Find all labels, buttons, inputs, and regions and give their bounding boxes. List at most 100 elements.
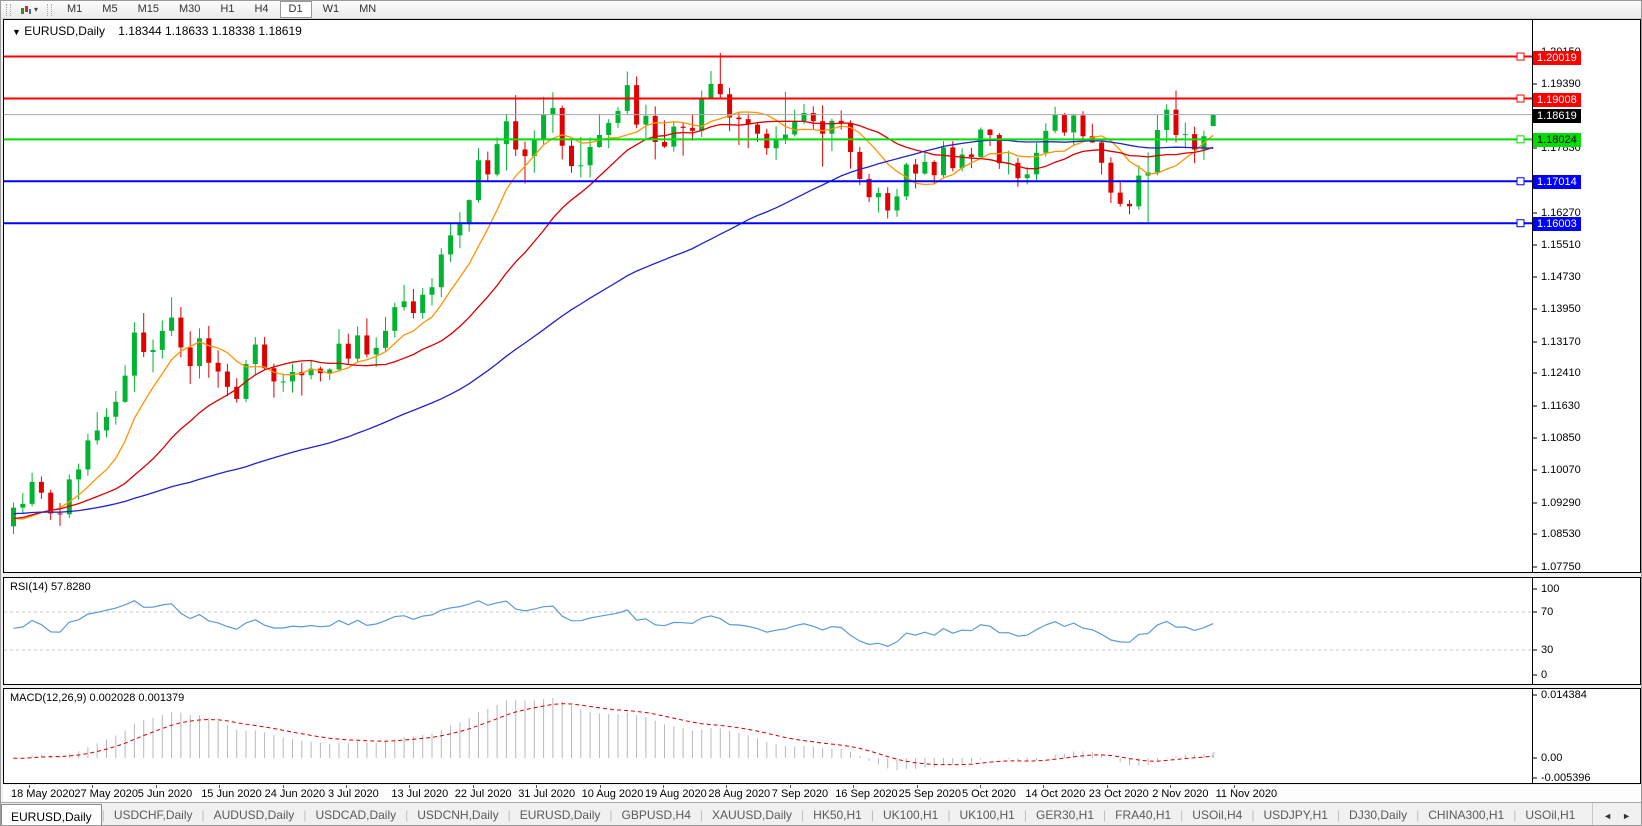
tab-scroll-left-icon[interactable]: ◄ <box>1603 811 1612 821</box>
time-axis-label: 13 Jul 2020 <box>391 788 448 800</box>
price-chart-pane[interactable]: ▼ EURUSD,Daily 1.18344 1.18633 1.18338 1… <box>3 19 1641 573</box>
candle-up <box>374 348 379 355</box>
candle-down <box>39 482 44 493</box>
candle-down <box>857 152 862 179</box>
chart-tab-usoil-h4[interactable]: USOil,H4 <box>1183 803 1251 826</box>
chart-tab-ger30-h1[interactable]: GER30,H1 <box>1027 803 1103 826</box>
candle-up <box>978 130 983 157</box>
level-handle[interactable] <box>1517 220 1524 227</box>
macd-axis-label: 0.00 <box>1541 752 1562 764</box>
rsi-line <box>14 601 1214 647</box>
chart-tab-fra40-h1[interactable]: FRA40,H1 <box>1106 803 1180 826</box>
timeframe-button-h4[interactable]: H4 <box>245 1 277 18</box>
candle-up <box>606 123 611 135</box>
candle-up <box>1164 110 1169 130</box>
macd-pane[interactable]: MACD(12,26,9) 0.002028 0.001379 0.014384… <box>3 688 1641 784</box>
chart-tab-audusd-daily[interactable]: AUDUSD,Daily <box>205 803 304 826</box>
candle-down <box>262 345 267 369</box>
price-axis-label: 1.12410 <box>1541 367 1581 379</box>
chart-tab-usdcnh-daily[interactable]: USDCNH,Daily <box>408 803 507 826</box>
chart-collapse-icon[interactable]: ▼ <box>12 27 21 37</box>
price-axis-label: 1.13950 <box>1541 303 1581 315</box>
price-level-badge: 1.19008 <box>1533 93 1581 107</box>
candle-down <box>1099 142 1104 162</box>
candle-down <box>178 318 183 348</box>
price-axis-label: 1.19390 <box>1541 78 1581 90</box>
chart-tab-hk50-h1[interactable]: HK50,H1 <box>804 803 871 826</box>
rsi-axis-label: 0 <box>1541 669 1547 681</box>
candle-down <box>736 118 741 120</box>
candle-up <box>495 144 500 174</box>
price-axis-label: 1.11630 <box>1541 400 1580 412</box>
timeframe-button-m15[interactable]: M15 <box>129 1 168 18</box>
candle-down <box>662 142 667 147</box>
candle-down <box>950 147 955 168</box>
candle-down <box>271 368 276 381</box>
chart-tab-eurusd-daily[interactable]: EURUSD,Daily <box>1 804 102 826</box>
rsi-axis-tick <box>1533 675 1537 676</box>
timeframe-button-d1[interactable]: D1 <box>280 1 312 18</box>
level-handle[interactable] <box>1517 136 1524 143</box>
chart-tab-uk100-h1[interactable]: UK100,H1 <box>874 803 947 826</box>
rsi-axis-label: 100 <box>1541 583 1559 595</box>
level-handle[interactable] <box>1517 95 1524 102</box>
macd-label: MACD(12,26,9) 0.002028 0.001379 <box>10 692 184 704</box>
tab-scroll-buttons: ◄► <box>1592 803 1641 826</box>
candle-up <box>1155 130 1160 172</box>
toolbar-grip[interactable] <box>47 4 52 16</box>
chart-tab-china300-h1[interactable]: CHINA300,H1 <box>1419 803 1513 826</box>
price-level-badge: 1.20019 <box>1533 51 1581 65</box>
price-axis-label: 1.10070 <box>1541 464 1581 476</box>
chart-tab-usdjpy-h1[interactable]: USDJPY,H1 <box>1254 803 1336 826</box>
price-level-badge: 1.18024 <box>1533 133 1581 147</box>
macd-axis-label: 0.014384 <box>1541 689 1587 701</box>
candle-down <box>764 134 769 149</box>
charts-toolbar-button[interactable]: ▾ <box>16 2 42 17</box>
rsi-pane[interactable]: RSI(14) 57.8280 10070300 <box>3 577 1641 685</box>
price-axis-tick <box>1533 148 1537 149</box>
chart-tab-gbpusd-h4[interactable]: GBPUSD,H4 <box>613 803 700 826</box>
chart-tab-xauusd-daily[interactable]: XAUUSD,Daily <box>703 803 801 826</box>
chart-tab-eurusd-daily[interactable]: EURUSD,Daily <box>511 803 610 826</box>
tab-scroll-right-icon[interactable]: ► <box>1622 811 1631 821</box>
level-handle[interactable] <box>1517 178 1524 185</box>
candlestick-chart[interactable] <box>4 20 1532 572</box>
timeframe-button-w1[interactable]: W1 <box>314 1 349 18</box>
candle-up <box>392 307 397 331</box>
price-axis-tick <box>1533 438 1537 439</box>
time-axis-label: 16 Sep 2020 <box>835 788 897 800</box>
timeframe-button-m1[interactable]: M1 <box>58 1 91 18</box>
rsi-axis-tick <box>1533 650 1537 651</box>
chart-tab-dj30-daily[interactable]: DJ30,Daily <box>1340 803 1416 826</box>
candle-down <box>1127 204 1132 206</box>
chart-tab-uk100-h1[interactable]: UK100,H1 <box>950 803 1023 826</box>
candle-up <box>1183 134 1188 135</box>
chart-tab-usdchf-daily[interactable]: USDCHF,Daily <box>105 803 202 826</box>
chart-tab-usoil-h1[interactable]: USOil,H1 <box>1516 803 1584 826</box>
price-level-badge: 1.16003 <box>1533 217 1581 231</box>
candle-up <box>11 508 16 527</box>
price-axis-tick <box>1533 341 1537 342</box>
price-axis-tick <box>1533 373 1537 374</box>
candle-down <box>569 146 574 166</box>
time-axis-label: 3 Jul 2020 <box>328 788 379 800</box>
price-axis-tick <box>1533 566 1537 567</box>
timeframe-button-m5[interactable]: M5 <box>93 1 126 18</box>
timeframe-button-h1[interactable]: H1 <box>211 1 243 18</box>
candle-down <box>364 335 369 354</box>
time-axis-label: 15 Jun 2020 <box>201 788 262 800</box>
toolbar-grip[interactable] <box>6 4 11 16</box>
time-axis-label: 18 May 2020 <box>11 788 75 800</box>
chart-tab-usdcad-daily[interactable]: USDCAD,Daily <box>306 803 405 826</box>
candle-up <box>504 121 509 144</box>
timeframe-button-m30[interactable]: M30 <box>170 1 209 18</box>
candle-up <box>643 116 648 125</box>
level-handle[interactable] <box>1517 53 1524 60</box>
candle-down <box>206 338 211 362</box>
time-axis-label: 27 May 2020 <box>74 788 138 800</box>
rsi-axis-line <box>1532 578 1533 684</box>
moving-average-slow <box>14 140 1214 513</box>
candle-down <box>913 164 918 173</box>
timeframe-button-mn[interactable]: MN <box>350 1 385 18</box>
candle-down <box>681 127 686 128</box>
